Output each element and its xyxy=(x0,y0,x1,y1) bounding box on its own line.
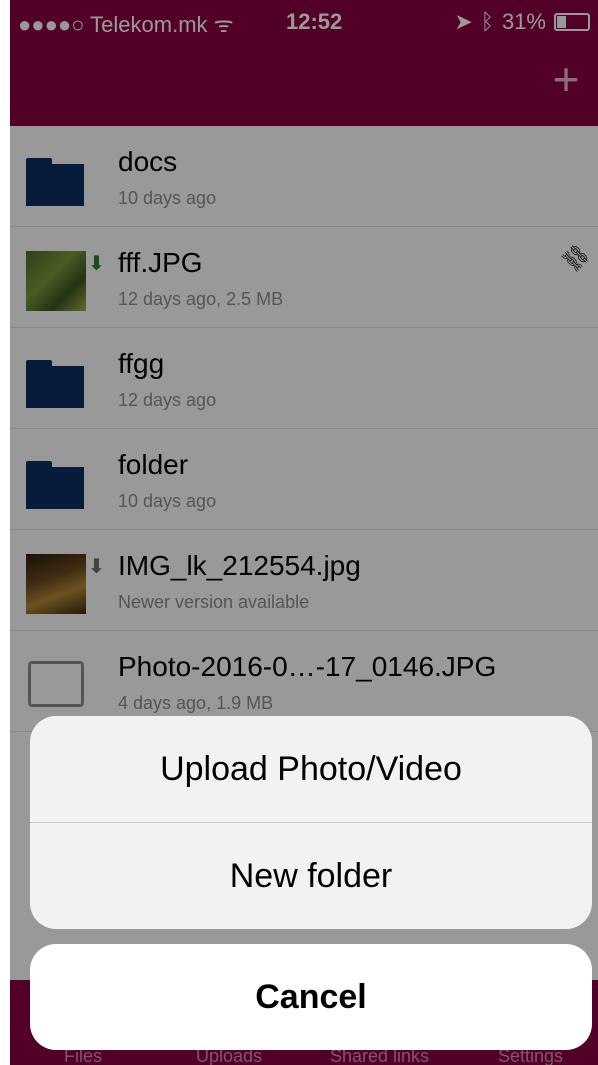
cancel-button[interactable]: Cancel xyxy=(30,944,592,1050)
app-frame: ●●●●○ Telekom.mk ᯤ 12:52 ➤ ᛒ 31% + docs … xyxy=(10,0,598,1065)
action-sheet: Upload Photo/Video New folder xyxy=(30,716,592,929)
new-folder-button[interactable]: New folder xyxy=(30,823,592,929)
upload-photo-video-button[interactable]: Upload Photo/Video xyxy=(30,716,592,822)
